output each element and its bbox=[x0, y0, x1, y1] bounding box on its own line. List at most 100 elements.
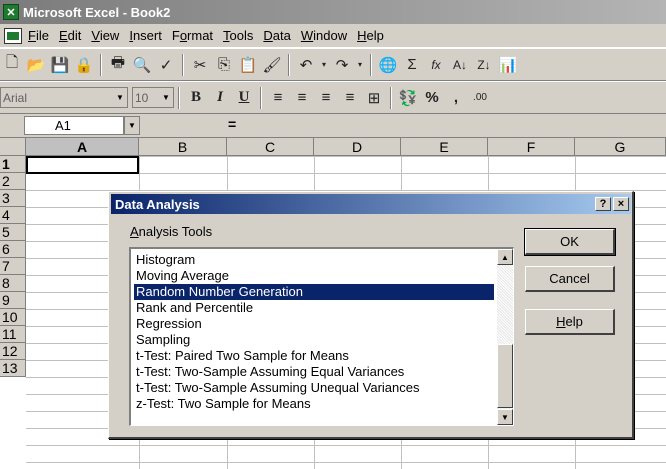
toolbar-separator bbox=[370, 53, 372, 76]
font-size-box[interactable]: 10 ▼ bbox=[132, 87, 174, 108]
menu-file[interactable]: File bbox=[28, 28, 49, 43]
workbook-icon[interactable] bbox=[4, 27, 22, 44]
row-header-11[interactable]: 11 bbox=[0, 326, 26, 343]
currency-icon[interactable]: 💱 bbox=[397, 87, 419, 109]
menu-view[interactable]: View bbox=[91, 28, 119, 43]
scroll-up-icon[interactable]: ▲ bbox=[497, 249, 513, 265]
name-box[interactable]: A1 bbox=[24, 116, 124, 135]
comma-button[interactable]: , bbox=[445, 87, 467, 109]
row-header-5[interactable]: 5 bbox=[0, 224, 26, 241]
menu-format[interactable]: Format bbox=[172, 28, 213, 43]
bold-button[interactable]: B bbox=[185, 87, 207, 109]
align-left-icon[interactable]: ≡ bbox=[267, 87, 289, 109]
row-header-8[interactable]: 8 bbox=[0, 275, 26, 292]
row-header-6[interactable]: 6 bbox=[0, 241, 26, 258]
active-cell-a1[interactable] bbox=[26, 156, 139, 174]
column-header-c[interactable]: C bbox=[227, 138, 314, 156]
column-header-e[interactable]: E bbox=[401, 138, 488, 156]
menu-data[interactable]: Data bbox=[263, 28, 290, 43]
row-header-7[interactable]: 7 bbox=[0, 258, 26, 275]
menu-help[interactable]: Help bbox=[357, 28, 384, 43]
list-item-regression[interactable]: Regression bbox=[134, 316, 494, 332]
chevron-down-icon[interactable]: ▼ bbox=[124, 116, 140, 135]
print-icon[interactable]: 🖶 bbox=[107, 54, 129, 76]
paste-icon[interactable]: 📋 bbox=[237, 54, 259, 76]
hyperlink-icon[interactable]: 🌐 bbox=[377, 54, 399, 76]
scroll-down-icon[interactable]: ▼ bbox=[497, 409, 513, 425]
list-item-rank-and-percentile[interactable]: Rank and Percentile bbox=[134, 300, 494, 316]
column-header-g[interactable]: G bbox=[575, 138, 666, 156]
merge-center-icon[interactable]: ⊞ bbox=[363, 87, 385, 109]
sort-ascending-icon[interactable]: A↓ bbox=[449, 54, 471, 76]
row-header-1[interactable]: 1 bbox=[0, 156, 26, 173]
help-icon[interactable]: ? bbox=[595, 197, 611, 211]
undo-icon[interactable]: ↶ bbox=[295, 54, 317, 76]
list-item-sampling[interactable]: Sampling bbox=[134, 332, 494, 348]
row-header-4[interactable]: 4 bbox=[0, 207, 26, 224]
print-preview-icon[interactable]: 🔍 bbox=[131, 54, 153, 76]
list-scrollbar[interactable]: ▲ ▼ bbox=[497, 249, 513, 425]
dialog-title-bar[interactable]: Data Analysis ? × bbox=[111, 194, 631, 214]
font-name-box[interactable]: Arial ▼ bbox=[0, 87, 128, 108]
open-icon[interactable]: 📂 bbox=[25, 54, 47, 76]
list-item-random-number-generation[interactable]: Random Number Generation bbox=[134, 284, 494, 300]
row-header-10[interactable]: 10 bbox=[0, 309, 26, 326]
scroll-thumb[interactable] bbox=[497, 344, 513, 408]
list-item-histogram[interactable]: Histogram bbox=[134, 252, 494, 268]
align-center-icon[interactable]: ≡ bbox=[291, 87, 313, 109]
insert-function-icon[interactable]: fx bbox=[425, 54, 447, 76]
undo-dropdown-icon[interactable]: ▾ bbox=[319, 54, 329, 76]
cancel-button[interactable]: Cancel bbox=[525, 266, 615, 292]
column-header-f[interactable]: F bbox=[488, 138, 575, 156]
italic-button[interactable]: I bbox=[209, 87, 231, 109]
spelling-icon[interactable]: ✓ bbox=[155, 54, 177, 76]
analysis-tools-label: Analysis Tools bbox=[130, 224, 213, 239]
data-analysis-dialog: Data Analysis ? × Analysis Tools Histogr… bbox=[108, 191, 634, 439]
redo-dropdown-icon[interactable]: ▾ bbox=[355, 54, 365, 76]
copy-icon[interactable]: ⎘ bbox=[213, 54, 235, 76]
row-header-12[interactable]: 12 bbox=[0, 343, 26, 360]
menu-window[interactable]: Window bbox=[301, 28, 347, 43]
column-header-d[interactable]: D bbox=[314, 138, 401, 156]
ok-button[interactable]: OK bbox=[524, 228, 616, 256]
analysis-tools-list[interactable]: Histogram Moving Average Random Number G… bbox=[129, 247, 514, 426]
justify-icon[interactable]: ≡ bbox=[339, 87, 361, 109]
menu-edit[interactable]: Edit bbox=[59, 28, 81, 43]
row-header-2[interactable]: 2 bbox=[0, 173, 26, 190]
row-header-13[interactable]: 13 bbox=[0, 360, 26, 377]
help-button[interactable]: Help bbox=[525, 309, 615, 335]
toolbar-separator bbox=[390, 86, 392, 109]
list-item-t-test-equal-variances[interactable]: t-Test: Two-Sample Assuming Equal Varian… bbox=[134, 364, 494, 380]
chart-wizard-icon[interactable]: 📊 bbox=[497, 54, 519, 76]
column-header-a[interactable]: A bbox=[26, 138, 139, 156]
new-icon[interactable]: 🗋 bbox=[1, 54, 23, 76]
column-header-b[interactable]: B bbox=[139, 138, 227, 156]
cut-icon[interactable]: ✂ bbox=[189, 54, 211, 76]
percent-button[interactable]: % bbox=[421, 87, 443, 109]
permission-icon[interactable]: 🔒 bbox=[73, 54, 95, 76]
list-item-z-test[interactable]: z-Test: Two Sample for Means bbox=[134, 396, 494, 412]
list-item-moving-average[interactable]: Moving Average bbox=[134, 268, 494, 284]
sort-descending-icon[interactable]: Z↓ bbox=[473, 54, 495, 76]
excel-icon[interactable]: ✕ bbox=[3, 4, 19, 20]
menu-insert[interactable]: Insert bbox=[129, 28, 162, 43]
list-item-t-test-unequal-variances[interactable]: t-Test: Two-Sample Assuming Unequal Vari… bbox=[134, 380, 494, 396]
increase-decimal-button[interactable]: .00 bbox=[469, 87, 491, 109]
autosum-icon[interactable]: Σ bbox=[401, 54, 423, 76]
chevron-down-icon[interactable]: ▼ bbox=[159, 88, 173, 107]
close-icon[interactable]: × bbox=[613, 197, 629, 211]
underline-button[interactable]: U bbox=[233, 87, 255, 109]
save-icon[interactable]: 💾 bbox=[49, 54, 71, 76]
select-all-corner[interactable] bbox=[0, 138, 26, 156]
format-painter-icon[interactable]: 🖌 bbox=[261, 54, 283, 76]
align-right-icon[interactable]: ≡ bbox=[315, 87, 337, 109]
list-items: Histogram Moving Average Random Number G… bbox=[134, 252, 494, 412]
redo-icon[interactable]: ↷ bbox=[331, 54, 353, 76]
list-item-t-test-paired[interactable]: t-Test: Paired Two Sample for Means bbox=[134, 348, 494, 364]
row-header-9[interactable]: 9 bbox=[0, 292, 26, 309]
toolbar-separator bbox=[182, 53, 184, 76]
chevron-down-icon[interactable]: ▼ bbox=[113, 88, 127, 107]
formula-equals[interactable]: = bbox=[228, 116, 236, 132]
menu-tools[interactable]: Tools bbox=[223, 28, 253, 43]
row-header-3[interactable]: 3 bbox=[0, 190, 26, 207]
